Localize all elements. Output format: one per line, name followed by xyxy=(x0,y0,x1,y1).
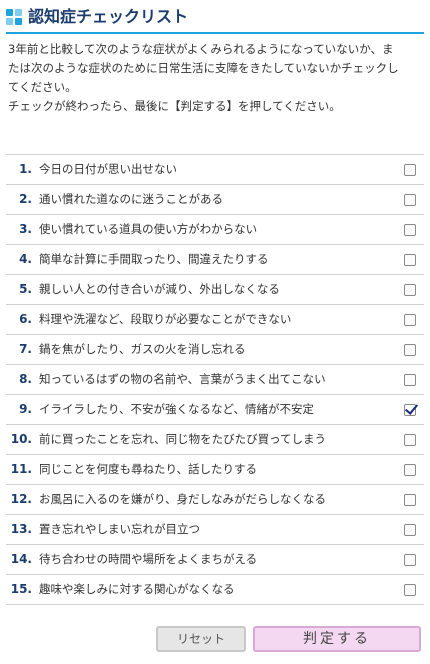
item-number: 8. xyxy=(19,372,32,386)
checklist-row[interactable]: 6. 料理や洗濯など、段取りが必要なことができない xyxy=(6,305,424,335)
item-checkbox[interactable] xyxy=(404,401,419,416)
instructions-line: チェックが終わったら、最後に【判定する】を押してください。 xyxy=(8,99,341,113)
item-number: 10. xyxy=(10,432,32,446)
reset-button[interactable]: リセット xyxy=(156,626,246,652)
header: 認知症チェックリスト xyxy=(6,6,424,34)
instructions-line: てください。 xyxy=(8,80,77,94)
item-checkbox[interactable] xyxy=(404,374,416,386)
checklist-row[interactable]: 3. 使い慣れている道具の使い方がわからない xyxy=(6,215,424,245)
checkmark-icon xyxy=(404,401,419,415)
checklist-row[interactable]: 13. 置き忘れやしまい忘れが目立つ xyxy=(6,515,424,545)
item-label: お風呂に入るのを嫌がり、身だしなみがだらしなくなる xyxy=(39,492,327,506)
item-checkbox[interactable] xyxy=(404,194,416,206)
checklist-row[interactable]: 9. イライラしたり、不安が強くなるなど、情緒が不安定 xyxy=(6,395,424,425)
item-label: 親しい人との付き合いが減り、外出しなくなる xyxy=(39,282,280,296)
item-number: 12. xyxy=(10,492,32,506)
item-label: 待ち合わせの時間や場所をよくまちがえる xyxy=(39,552,258,566)
item-checkbox[interactable] xyxy=(404,314,416,326)
item-number: 5. xyxy=(19,282,32,296)
item-label: 簡単な計算に手間取ったり、間違えたりする xyxy=(39,252,269,266)
item-label: 今日の日付が思い出せない xyxy=(39,162,177,176)
item-checkbox[interactable] xyxy=(404,254,416,266)
item-checkbox[interactable] xyxy=(404,344,416,356)
item-label: 鍋を焦がしたり、ガスの火を消し忘れる xyxy=(39,342,246,356)
item-label: イライラしたり、不安が強くなるなど、情緒が不安定 xyxy=(39,402,314,416)
checklist: 1. 今日の日付が思い出せない 2. 通い慣れた道なのに迷うことがある 3. 使い慣れてい… xyxy=(6,154,424,605)
item-checkbox[interactable] xyxy=(404,584,416,596)
item-label: 同じことを何度も尋ねたり、話したりする xyxy=(39,462,258,476)
page-title: 認知症チェックリスト xyxy=(28,7,189,26)
item-checkbox[interactable] xyxy=(404,434,416,446)
checklist-row[interactable]: 5. 親しい人との付き合いが減り、外出しなくなる xyxy=(6,275,424,305)
item-number: 2. xyxy=(19,192,32,206)
checklist-row[interactable]: 7. 鍋を焦がしたり、ガスの火を消し忘れる xyxy=(6,335,424,365)
checklist-row[interactable]: 11. 同じことを何度も尋ねたり、話したりする xyxy=(6,455,424,485)
instructions-line: 3年前と比較して次のような症状がよくみられるようになっていないか、ま xyxy=(8,42,394,56)
item-number: 14. xyxy=(10,552,32,566)
item-number: 15. xyxy=(10,582,32,596)
item-label: 使い慣れている道具の使い方がわからない xyxy=(39,222,258,236)
item-number: 6. xyxy=(19,312,32,326)
item-checkbox[interactable] xyxy=(404,284,416,296)
instructions: 3年前と比較して次のような症状がよくみられるようになっていないか、ま たは次のよ… xyxy=(8,40,422,116)
item-label: 置き忘れやしまい忘れが目立つ xyxy=(39,522,200,536)
checklist-row[interactable]: 10. 前に買ったことを忘れ、同じ物をたびたび買ってしまう xyxy=(6,425,424,455)
item-checkbox[interactable] xyxy=(404,164,416,176)
judge-button[interactable]: 判定する xyxy=(253,626,421,652)
checklist-row[interactable]: 14. 待ち合わせの時間や場所をよくまちがえる xyxy=(6,545,424,575)
item-number: 7. xyxy=(19,342,32,356)
checklist-row[interactable]: 15. 趣味や楽しみに対する関心がなくなる xyxy=(6,575,424,605)
item-label: 通い慣れた道なのに迷うことがある xyxy=(39,192,223,206)
item-checkbox[interactable] xyxy=(404,494,416,506)
item-label: 知っているはずの物の名前や、言葉がうまく出てこない xyxy=(39,372,326,386)
item-checkbox[interactable] xyxy=(404,554,416,566)
item-number: 13. xyxy=(10,522,32,536)
item-checkbox[interactable] xyxy=(404,224,416,236)
item-checkbox[interactable] xyxy=(404,524,416,536)
item-number: 3. xyxy=(19,222,32,236)
item-number: 9. xyxy=(19,402,32,416)
checklist-row[interactable]: 8. 知っているはずの物の名前や、言葉がうまく出てこない xyxy=(6,365,424,395)
item-label: 趣味や楽しみに対する関心がなくなる xyxy=(39,582,235,596)
item-number: 11. xyxy=(10,462,32,476)
checklist-row[interactable]: 12. お風呂に入るのを嫌がり、身だしなみがだらしなくなる xyxy=(6,485,424,515)
grid-squares-icon xyxy=(6,9,22,25)
item-checkbox[interactable] xyxy=(404,464,416,476)
checklist-row[interactable]: 1. 今日の日付が思い出せない xyxy=(6,155,424,185)
item-label: 料理や洗濯など、段取りが必要なことができない xyxy=(39,312,292,326)
item-label: 前に買ったことを忘れ、同じ物をたびたび買ってしまう xyxy=(39,432,327,446)
instructions-line: たは次のような症状のために日常生活に支障をきたしていないかチェックし xyxy=(8,61,399,75)
item-number: 1. xyxy=(19,162,32,176)
item-number: 4. xyxy=(19,252,32,266)
checklist-row[interactable]: 2. 通い慣れた道なのに迷うことがある xyxy=(6,185,424,215)
checklist-row[interactable]: 4. 簡単な計算に手間取ったり、間違えたりする xyxy=(6,245,424,275)
